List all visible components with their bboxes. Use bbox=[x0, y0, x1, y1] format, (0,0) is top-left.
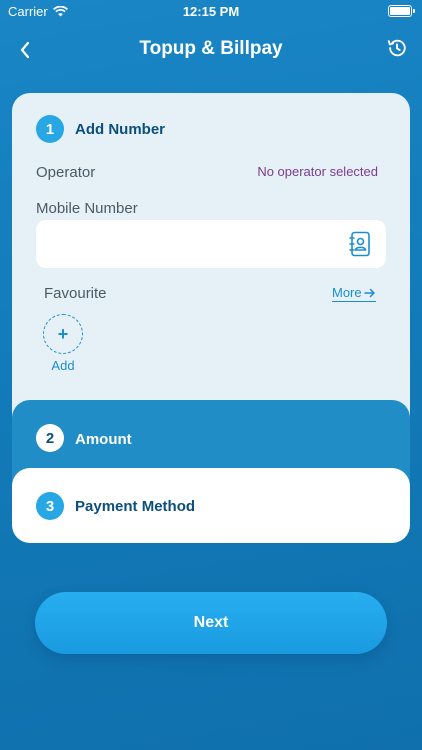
step-title-amount: Amount bbox=[75, 431, 132, 448]
add-number-card: 1 Add Number Operator No operator select… bbox=[12, 93, 410, 433]
status-bar: Carrier 12:15 PM bbox=[0, 0, 422, 22]
plus-icon: + bbox=[57, 323, 69, 344]
add-favourite-button[interactable]: + bbox=[43, 314, 83, 354]
favourite-label: Favourite bbox=[44, 285, 107, 302]
nav-bar: Topup & Billpay bbox=[0, 30, 422, 70]
payment-method-card[interactable]: 3 Payment Method bbox=[12, 468, 410, 543]
next-button[interactable]: Next bbox=[35, 592, 387, 654]
step-title-add-number: Add Number bbox=[75, 121, 165, 138]
contact-book-icon[interactable] bbox=[348, 231, 372, 257]
status-time: 12:15 PM bbox=[182, 4, 240, 19]
history-icon[interactable] bbox=[386, 37, 408, 59]
page-title: Topup & Billpay bbox=[139, 38, 283, 59]
step-badge-2: 2 bbox=[36, 424, 64, 452]
mobile-number-input[interactable] bbox=[36, 220, 386, 268]
step-badge-1: 1 bbox=[36, 115, 64, 143]
mobile-number-label: Mobile Number bbox=[36, 200, 138, 217]
step-title-payment-method: Payment Method bbox=[75, 498, 196, 515]
operator-select[interactable]: No operator selected bbox=[257, 164, 378, 179]
step-badge-3: 3 bbox=[36, 492, 64, 520]
arrow-right-icon bbox=[363, 288, 375, 297]
more-link-label: More bbox=[332, 285, 362, 300]
add-favourite-label[interactable]: Add bbox=[43, 358, 83, 373]
battery-fill bbox=[390, 7, 410, 15]
operator-label: Operator bbox=[36, 164, 96, 181]
more-link[interactable]: More bbox=[332, 285, 376, 302]
battery-icon bbox=[388, 5, 415, 17]
